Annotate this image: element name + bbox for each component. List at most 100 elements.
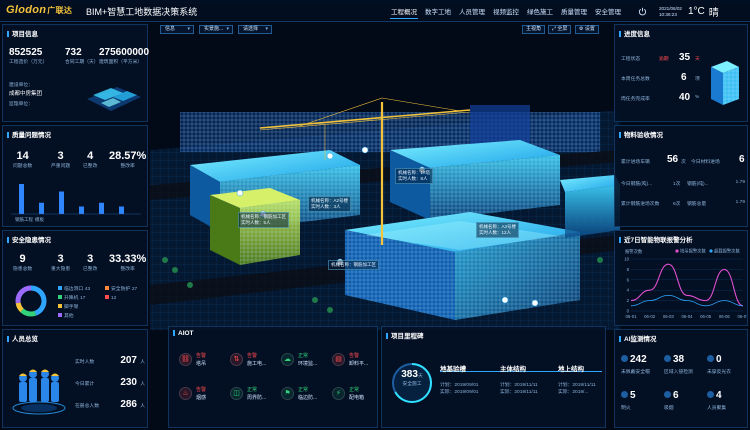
personnel-panel: 人员总览 实时人数 207 人 今日累计 230 人 在册总人数 286 人 <box>2 329 148 428</box>
worker-group-icon <box>12 369 66 415</box>
materials-row: 今日钢筋(吨)... 1次 钢筋(吨)... 1.79 <box>621 180 745 187</box>
nav-item-safety[interactable]: 安全管理 <box>594 6 622 19</box>
system-title: BIM+智慧工地数据决策系统 <box>86 7 198 17</box>
select-dropdown[interactable]: 请选择 ▾ <box>238 25 272 34</box>
main-nav: 工程概况 数字工地 人员管理 视频监控 绿色施工 质量管理 安全管理 <box>390 6 622 19</box>
device-name: 卸料平... <box>349 361 369 367</box>
ai-monitor-cell[interactable]: 4 人员聚集 <box>707 390 749 411</box>
quality-bar[interactable] <box>19 184 24 214</box>
milestone-item[interactable]: 地基验槽 计划：2019/09/01 实际：2019/09/01 <box>440 363 478 395</box>
series-line[interactable] <box>630 263 744 307</box>
axis-label-y: 报警次数 <box>625 248 643 255</box>
quality-bar[interactable] <box>39 202 44 214</box>
gear-icon: ⚙ <box>579 26 584 32</box>
schedule-row: 周任务完成率 40 % <box>621 92 700 103</box>
series-line[interactable] <box>630 294 744 307</box>
camera-icon <box>664 355 671 362</box>
aiot-device[interactable]: ☁ 正常 环境监... <box>281 351 336 371</box>
nav-item-overview[interactable]: 工程概况 <box>390 6 418 19</box>
nav-item-green[interactable]: 绿色施工 <box>526 6 554 19</box>
smoke-icon: ♨ <box>179 387 192 400</box>
camera-icon <box>707 391 714 398</box>
y-tick-label: 8 <box>627 267 630 272</box>
power-box-icon: ⚡ <box>332 387 345 400</box>
panel-title: 近7日智能物联报警分析 <box>619 234 693 244</box>
materials-row: 累计钢筋进场次数 6次 钢筋总量 1.79 <box>621 200 745 207</box>
device-name: 烟感 <box>196 395 207 401</box>
panel-title: 质量问题情况 <box>7 129 51 139</box>
nav-item-quality[interactable]: 质量管理 <box>560 6 588 19</box>
panel-title: 物料验收情况 <box>619 129 663 139</box>
quality-bar[interactable] <box>79 206 84 215</box>
info-dropdown[interactable]: 信息 ▾ <box>160 25 194 34</box>
aiot-device[interactable]: ⇅ 告警 施工电... <box>230 351 285 371</box>
materials-panel: 物料验收情况 累计进场车辆 56 次 今日材料进场 6 今日钢筋(吨)... 1… <box>614 125 748 227</box>
x-tick-label: 06-05 <box>700 314 712 319</box>
aiot-device[interactable]: ▤ 告警 卸料平... <box>332 351 387 371</box>
ai-monitor-cell[interactable]: 242 未佩戴安全帽 <box>621 354 663 375</box>
ai-monitor-panel: AI监测情况 242 未佩戴安全帽 38 区域入侵检测 0 未穿反光衣 5 明火 6 吸烟 4 人员聚… <box>614 329 748 428</box>
scene-dropdown[interactable]: 实景施... ▾ <box>199 25 233 34</box>
brand-logo[interactable]: Glodon广联达 <box>6 4 72 16</box>
ai-monitor-cell[interactable]: 0 未穿反光衣 <box>707 354 749 375</box>
quality-bar[interactable] <box>99 202 104 214</box>
settings-button[interactable]: ⚙ 设置 <box>575 25 599 34</box>
kpi-cost: 852525 工程造价（万元） <box>9 47 48 65</box>
quality-bar-label: 模板 <box>35 216 44 223</box>
quality-bar[interactable] <box>59 191 64 215</box>
legend-marker <box>709 249 713 253</box>
schedule-panel: 进度信息 工程状态 逾期 35 天 本周任务总数 6 项 周任务完成率 40 % <box>614 24 748 122</box>
schedule-row: 本周任务总数 6 项 <box>621 72 700 83</box>
nav-item-personnel[interactable]: 人员管理 <box>458 6 486 19</box>
project-model-thumbnail[interactable] <box>83 73 145 118</box>
device-status: 告警 <box>196 353 207 359</box>
device-name: 配电箱 <box>349 395 365 401</box>
power-icon[interactable] <box>638 7 647 16</box>
y-tick-label: 2 <box>627 298 630 303</box>
camera-icon <box>621 391 628 398</box>
scene-label[interactable]: 机械名称：钢筋加工区 实时人数：5人 <box>238 212 289 228</box>
aiot-device[interactable]: ◫ 正常 周界防... <box>230 385 285 405</box>
device-status: 正常 <box>349 387 360 393</box>
panel-title: AIOT <box>173 330 194 337</box>
milestone-item[interactable]: 地上结构 计划：2019/11/11 实际：2019/... <box>558 363 596 395</box>
x-tick-label: 06-07 <box>738 314 748 319</box>
chevron-down-icon: ▾ <box>265 26 268 32</box>
ai-monitor-cell[interactable]: 6 吸烟 <box>664 390 706 411</box>
legend-marker <box>675 249 679 253</box>
ai-monitor-cell[interactable]: 5 明火 <box>621 390 663 411</box>
nav-item-video[interactable]: 视频监控 <box>492 6 520 19</box>
scene-label[interactable]: 机械名称：1#塔 实时人数：8人 <box>395 168 434 184</box>
main-view-button[interactable]: 主视角 <box>522 25 546 34</box>
milestone-item[interactable]: 主体结构 计划：2019/11/11 实际：2019/11/11 <box>500 363 538 395</box>
x-tick-label: 06-06 <box>719 314 731 319</box>
quality-panel: 质量问题情况 14 问题总数 3 严重问题 4 已整改 28.57% 整改率 钢… <box>2 125 148 227</box>
panel-title: 人员总览 <box>7 333 38 343</box>
aiot-device[interactable]: ♨ 告警 烟感 <box>179 385 234 405</box>
scene-label[interactable]: 机械名称：A3号楼 实时人数：12人 <box>476 222 520 238</box>
legend-item: 脚手架 <box>58 303 90 312</box>
quality-bar-chart: 钢筋工程 模板 <box>11 184 141 223</box>
panel-title: 项目里程碑 <box>386 330 424 340</box>
safety-legend: 临边洞口 43 升降机 17 脚手架 其他 <box>58 285 90 321</box>
fullscreen-button[interactable]: ⤢ 全屏 <box>548 25 572 34</box>
temperature: 1°C <box>688 6 705 17</box>
legend-label: 超载报警次数 <box>714 248 740 255</box>
chevron-down-icon: ▾ <box>226 26 229 32</box>
elevator-icon: ⇅ <box>230 353 243 366</box>
tower-crane-icon: ⛓ <box>179 353 192 366</box>
aiot-device[interactable]: ⛓ 告警塔吊 <box>179 351 234 371</box>
nav-item-digital-site[interactable]: 数字工地 <box>424 6 452 19</box>
aiot-device[interactable]: ⚡ 正常配电箱 <box>332 385 387 405</box>
quality-bar-label: 钢筋工程 <box>15 216 33 223</box>
scene-label[interactable]: 机械名称：钢筋加工区 <box>328 260 379 270</box>
personnel-row: 实时人数 207 人 <box>75 355 145 366</box>
schedule-row: 工程状态 逾期 35 天 <box>621 52 700 63</box>
device-name: 塔吊 <box>196 361 207 367</box>
ai-monitor-cell[interactable]: 38 区域入侵检测 <box>664 354 706 375</box>
aiot-device[interactable]: ⚑ 正常 临边防... <box>281 385 336 405</box>
alarm-trend-panel: 近7日智能物联报警分析 报警次数 塔吊报警次数 超载报警次数 10 8 6 4 2 0 06-01… <box>614 230 748 326</box>
legend-item: 升降机 17 <box>58 294 90 303</box>
scene-label[interactable]: 机械名称：A2号楼 实时人数：3人 <box>308 196 352 212</box>
quality-bar[interactable] <box>119 206 124 215</box>
